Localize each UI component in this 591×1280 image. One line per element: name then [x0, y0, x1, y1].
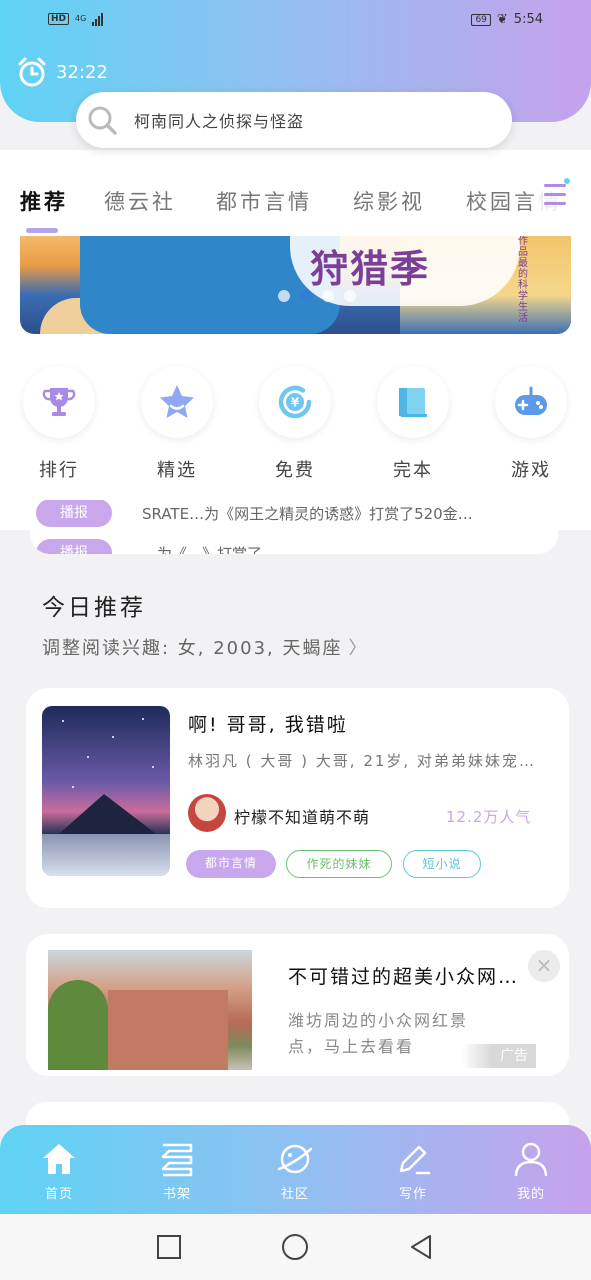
star-icon	[160, 385, 194, 418]
ticker-text: SRATE…为《网王之精灵的诱惑》打赏了520金…	[142, 504, 473, 523]
bookshelf-icon	[161, 1143, 193, 1177]
ticker-tag: 播报	[36, 539, 112, 554]
home-icon	[43, 1144, 75, 1174]
pagination-dot	[344, 290, 356, 302]
pagination-dot-active	[300, 290, 312, 302]
category-menu-button[interactable]	[538, 176, 578, 216]
section-title: 今日推荐	[42, 595, 146, 621]
banner-pagination	[278, 290, 356, 302]
popularity-count: 12.2万人气	[446, 808, 532, 826]
nav-home[interactable]: 首页	[19, 1139, 99, 1202]
quick-link-label: 完本	[393, 460, 433, 481]
book-cover	[42, 706, 170, 876]
nav-label: 书架	[162, 1187, 191, 1202]
reading-interest-link[interactable]: 调整阅读兴趣: 女, 2003, 天蝎座〉	[42, 634, 368, 660]
book-title: 啊! 哥哥, 我错啦	[188, 714, 348, 736]
svg-text:¥: ¥	[291, 396, 300, 410]
quick-link-label: 精选	[157, 460, 197, 481]
ticker-tag: 播报	[36, 500, 112, 527]
recent-apps-icon[interactable]	[154, 1232, 184, 1262]
tag-chip[interactable]: 都市言情	[186, 850, 276, 878]
reading-timer[interactable]: 32:22	[16, 56, 108, 88]
quick-link-label: 排行	[39, 460, 79, 481]
banner-caption: 作品 最的科学生活	[518, 236, 528, 324]
yen-icon: ¥	[278, 385, 312, 419]
alarm-clock-icon	[18, 57, 46, 87]
system-navigation-bar	[0, 1214, 591, 1280]
tab-recommend[interactable]: 推荐	[20, 186, 68, 216]
profile-icon	[514, 1142, 548, 1177]
search-text: 柯南同人之侦探与怪盗	[134, 112, 305, 131]
signal-icon	[92, 12, 104, 26]
pagination-dot	[278, 290, 290, 302]
ad-card[interactable]: 不可错过的超美小众网红景点 潍坊周边的小众网红景点，马上去看看 × 广告	[26, 934, 569, 1076]
tab-deyunshe[interactable]: 德云社	[104, 186, 176, 216]
tag-chip[interactable]: 短小说	[403, 850, 481, 878]
network-type: HD	[48, 13, 70, 25]
broadcast-ticker[interactable]: 播报 SRATE…为《网王之精灵的诱惑》打赏了520金… 播报 …为《…》打赏了…	[30, 500, 558, 554]
menu-dot-icon	[564, 178, 570, 184]
search-icon	[88, 106, 117, 135]
back-icon[interactable]	[406, 1232, 436, 1262]
quick-link-completed[interactable]: 完本	[376, 366, 450, 482]
quick-link-featured[interactable]: 精选	[140, 366, 214, 482]
category-tabs: 推荐 德云社 都市言情 综影视 校园言情	[0, 180, 591, 224]
battery-icon: 69	[471, 13, 491, 26]
home-button-icon[interactable]	[280, 1232, 310, 1262]
quick-link-ranking[interactable]: 排行	[22, 366, 96, 482]
planet-icon	[277, 1144, 313, 1174]
status-bar: HD 4G 69 ❦ 5:54	[0, 0, 591, 44]
nav-community[interactable]: 社区	[255, 1139, 335, 1202]
nav-write[interactable]: 写作	[373, 1139, 453, 1202]
tab-film-tv[interactable]: 综影视	[353, 186, 425, 216]
ad-title: 不可错过的超美小众网红景点	[288, 966, 518, 988]
close-icon[interactable]: ×	[528, 950, 560, 982]
status-time: 5:54	[513, 12, 543, 27]
book-card[interactable]: 啊! 哥哥, 我错啦 林羽凡 ( 大哥 ) 大哥, 21岁, 对弟弟妹妹宠爱有加…	[26, 688, 569, 908]
quick-link-label: 免费	[275, 460, 315, 481]
banner-title: 狩猎季	[310, 246, 431, 291]
gamepad-icon	[515, 386, 547, 415]
quick-link-label: 游戏	[511, 460, 551, 481]
quick-link-games[interactable]: 游戏	[494, 366, 568, 482]
trophy-icon	[42, 388, 76, 416]
nav-bookshelf[interactable]: 书架	[137, 1139, 217, 1202]
nav-label: 写作	[398, 1187, 427, 1202]
quick-link-free[interactable]: ¥ 免费	[258, 366, 332, 482]
reading-interest-text: 调整阅读兴趣: 女, 2003, 天蝎座	[42, 638, 343, 659]
timer-value: 32:22	[56, 61, 108, 83]
bottom-nav: 首页 书架 社区 写作 我的	[0, 1125, 591, 1214]
tab-urban-romance[interactable]: 都市言情	[216, 186, 312, 216]
avatar	[188, 794, 226, 832]
book-description: 林羽凡 ( 大哥 ) 大哥, 21岁, 对弟弟妹妹宠爱有加	[188, 752, 550, 770]
book-icon	[399, 388, 427, 417]
nav-label: 社区	[280, 1187, 309, 1202]
tab-indicator	[26, 228, 58, 233]
tag-chip[interactable]: 作死的妹妹	[286, 850, 392, 878]
nav-label: 首页	[44, 1187, 73, 1202]
nav-profile[interactable]: 我的	[491, 1139, 571, 1202]
chevron-right-icon: 〉	[348, 638, 369, 659]
pen-icon	[399, 1145, 431, 1175]
ticker-text: …为《…》打赏了…	[142, 544, 278, 555]
signal-type: 4G	[75, 14, 87, 23]
leaf-icon: ❦	[496, 12, 508, 27]
author-name: 柠檬不知道萌不萌	[234, 808, 371, 827]
search-bar[interactable]: 柯南同人之侦探与怪盗	[76, 92, 512, 148]
ad-description: 潍坊周边的小众网红景点，马上去看看	[288, 1011, 469, 1056]
ad-badge: 广告	[462, 1044, 536, 1068]
pagination-dot	[322, 290, 334, 302]
promo-banner[interactable]: 狩猎季 作品 最的科学生活	[20, 236, 571, 334]
nav-label: 我的	[516, 1187, 545, 1202]
ad-image	[48, 950, 252, 1070]
